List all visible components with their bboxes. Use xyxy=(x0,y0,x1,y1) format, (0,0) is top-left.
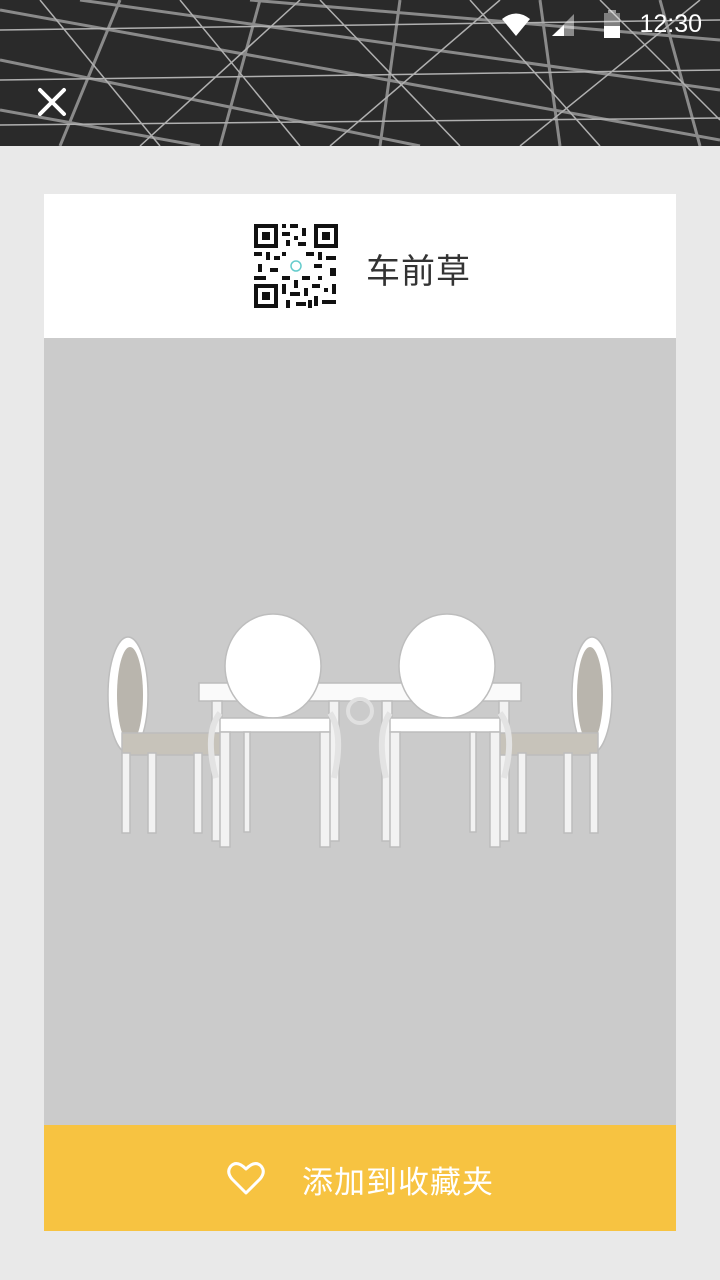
add-to-favorites-button[interactable]: 添加到收藏夹 xyxy=(44,1125,676,1231)
qr-code-icon[interactable] xyxy=(252,222,340,310)
heart-icon xyxy=(227,1162,265,1195)
signal-icon xyxy=(552,14,574,36)
wifi-icon xyxy=(502,13,530,36)
plant-image xyxy=(44,338,676,1125)
card-header: 车前草 xyxy=(44,194,676,338)
furniture-illustration xyxy=(107,613,613,848)
add-to-favorites-label: 添加到收藏夹 xyxy=(302,1165,494,1201)
battery-icon xyxy=(604,10,620,38)
status-bar: 12:30 xyxy=(0,0,720,50)
close-button[interactable] xyxy=(28,78,76,126)
close-icon xyxy=(38,88,66,116)
header-banner: 12:30 xyxy=(0,0,720,146)
status-time: 12:30 xyxy=(639,10,702,38)
plant-card: 车前草 添加到收藏夹 xyxy=(44,194,676,1231)
card-title: 车前草 xyxy=(366,252,471,292)
